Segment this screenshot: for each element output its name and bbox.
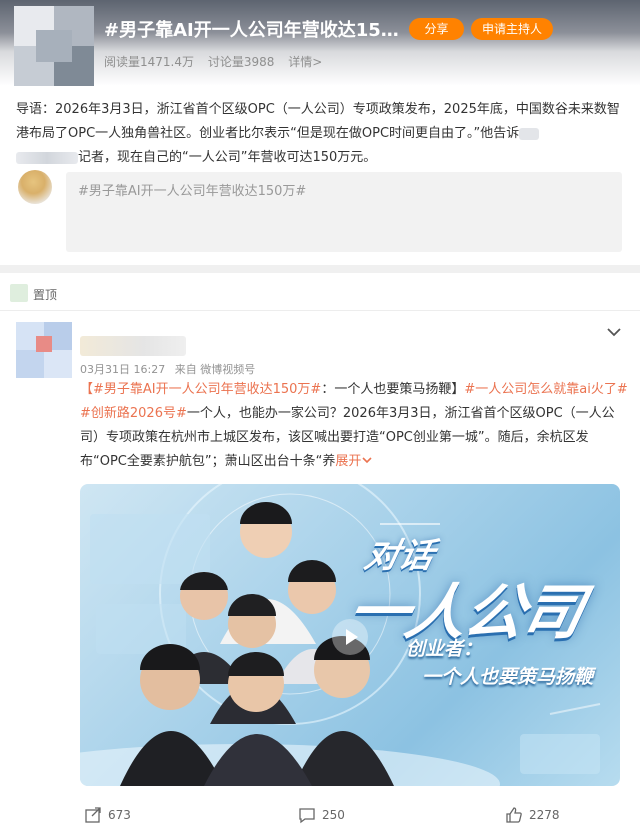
hashtag-link[interactable]: #一人公司怎么就靠ai火了# bbox=[464, 382, 627, 397]
topic-stats: 阅读量1471.4万 讨论量3988 详情> bbox=[104, 53, 332, 70]
intro-text-part2: 记者，现在自己的“一人公司”年营收可达150万元。 bbox=[78, 150, 377, 165]
hashtag-link[interactable]: 【#男子靠AI开一人公司年营收达150万# bbox=[80, 382, 321, 397]
divider bbox=[0, 310, 640, 311]
apply-host-button[interactable]: 申请主持人 bbox=[471, 18, 553, 40]
post-time[interactable]: 03月31日 16:27 bbox=[80, 363, 165, 376]
user-avatar bbox=[18, 170, 52, 204]
discussion-count: 讨论量3988 bbox=[207, 55, 275, 69]
post-composer-input[interactable]: #男子靠AI开一人公司年营收达150万# bbox=[66, 172, 622, 252]
pinned-label: 置顶 bbox=[33, 288, 58, 302]
video-subtitle2: 一个人也要策马扬鞭 bbox=[422, 666, 594, 688]
chevron-down-icon[interactable] bbox=[604, 322, 624, 342]
author-name-blurred[interactable] bbox=[80, 336, 186, 356]
composer-placeholder: #男子靠AI开一人公司年营收达150万# bbox=[78, 184, 307, 199]
expand-link[interactable]: 展开 bbox=[335, 454, 373, 469]
share-button[interactable]: 分享 bbox=[409, 18, 464, 40]
post-source: 来自 微博视频号 bbox=[174, 363, 256, 376]
topic-thumbnail bbox=[14, 6, 94, 86]
post-meta: 03月31日 16:27 来自 微博视频号 bbox=[80, 361, 261, 377]
author-avatar[interactable] bbox=[16, 322, 72, 378]
section-divider bbox=[0, 265, 640, 273]
pin-icon bbox=[10, 284, 28, 302]
thumbs-up-icon bbox=[506, 807, 522, 823]
hashtag-link[interactable]: #创新路2026号# bbox=[80, 406, 187, 421]
comment-count: 250 bbox=[322, 808, 345, 822]
chevron-down-icon bbox=[362, 457, 372, 464]
blurred-text bbox=[16, 151, 78, 164]
video-subtitle1: 创业者： bbox=[406, 638, 483, 660]
repost-count: 673 bbox=[108, 808, 131, 822]
video-player[interactable]: 对话 一人公司 创业者： 一个人也要策马扬鞭 bbox=[80, 484, 620, 786]
topic-header: #男子靠AI开一人公司年营收达150... 分享 申请主持人 阅读量1471.4… bbox=[0, 0, 640, 86]
expand-label: 展开 bbox=[335, 454, 362, 469]
blurred-text bbox=[519, 127, 540, 140]
topic-intro: 导语：2026年3月3日，浙江省首个区级OPC（一人公司）专项政策发布，2025… bbox=[16, 98, 624, 170]
like-count: 2278 bbox=[529, 808, 560, 822]
comment-button[interactable]: 250 bbox=[298, 806, 345, 824]
repost-icon bbox=[85, 807, 101, 823]
details-link[interactable]: 详情> bbox=[288, 55, 322, 69]
post-body: 【#男子靠AI开一人公司年营收达150万#：一个人也要策马扬鞭】#一人公司怎么就… bbox=[80, 378, 628, 474]
topic-title: #男子靠AI开一人公司年营收达150... bbox=[104, 20, 404, 41]
comment-icon bbox=[299, 808, 315, 824]
read-count: 阅读量1471.4万 bbox=[104, 55, 194, 69]
play-icon[interactable] bbox=[332, 619, 368, 655]
repost-button[interactable]: 673 bbox=[84, 806, 131, 824]
like-button[interactable]: 2278 bbox=[505, 806, 560, 824]
post-text-segment: ：一个人也要策马扬鞭】 bbox=[321, 382, 465, 397]
